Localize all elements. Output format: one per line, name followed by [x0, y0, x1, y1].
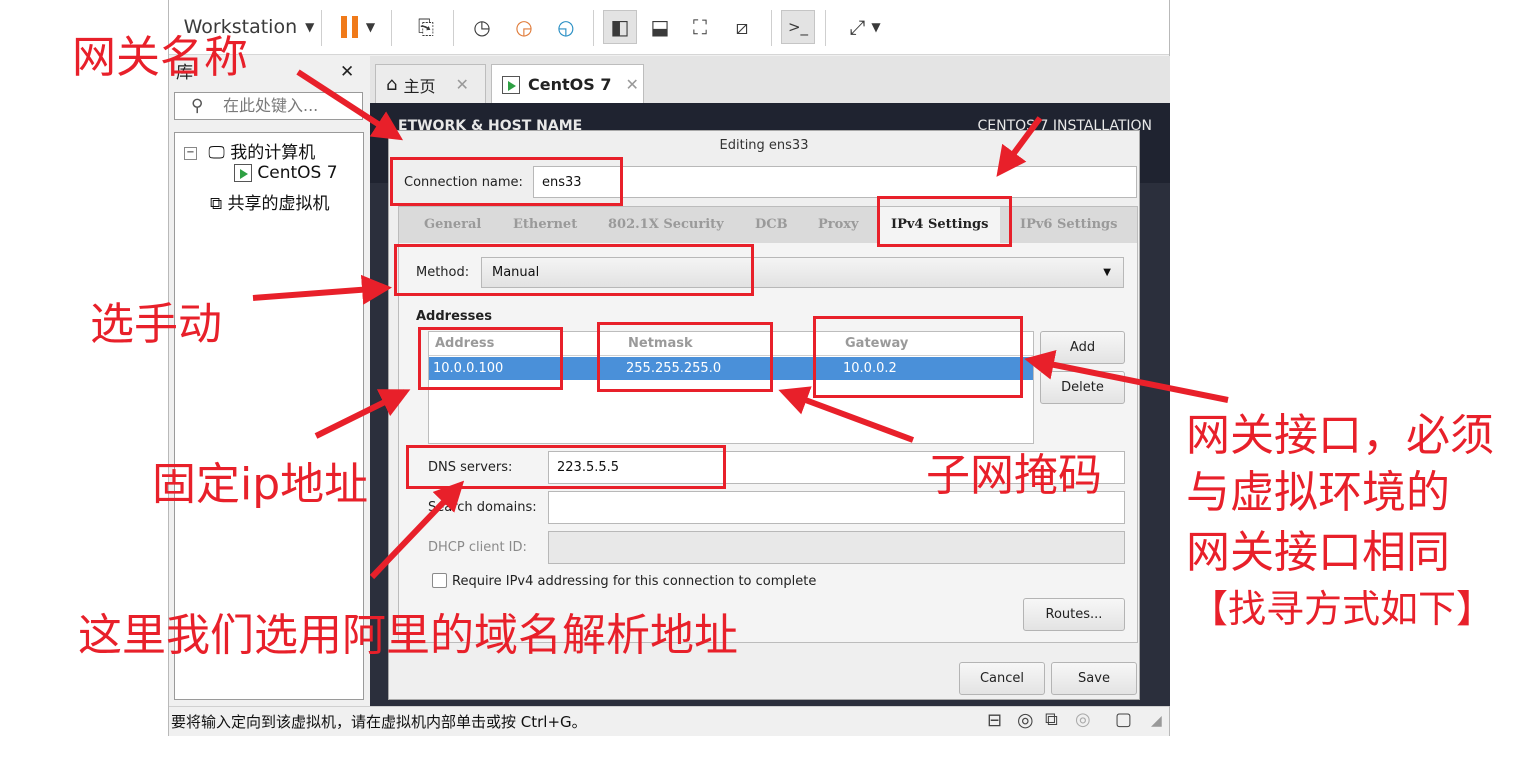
annotation-dns-note: 这里我们选用阿里的域名解析地址: [78, 610, 738, 661]
annotation-gateway-note-1: 网关接口，必须: [1186, 410, 1494, 461]
arrow-netmask: [778, 386, 915, 443]
annotation-subnet-mask: 子网掩码: [926, 450, 1102, 501]
arrow-gateway-name: [296, 69, 404, 141]
annotation-fixed-ip: 固定ip地址: [152, 459, 369, 510]
annotation-gateway-note-2: 与虚拟环境的: [1186, 467, 1450, 518]
arrow-address: [314, 389, 411, 439]
arrow-method: [252, 274, 392, 305]
annotation-gateway-note-3: 网关接口相同: [1186, 527, 1450, 578]
annotation-gateway-name: 网关名称: [72, 32, 248, 83]
annotation-gateway-note-4: 【找寻方式如下】: [1190, 587, 1495, 631]
arrow-gateway: [1024, 350, 1229, 403]
annotation-select-manual: 选手动: [90, 299, 222, 350]
arrow-dns: [369, 480, 465, 580]
arrow-ipv4-tab: [996, 116, 1043, 177]
